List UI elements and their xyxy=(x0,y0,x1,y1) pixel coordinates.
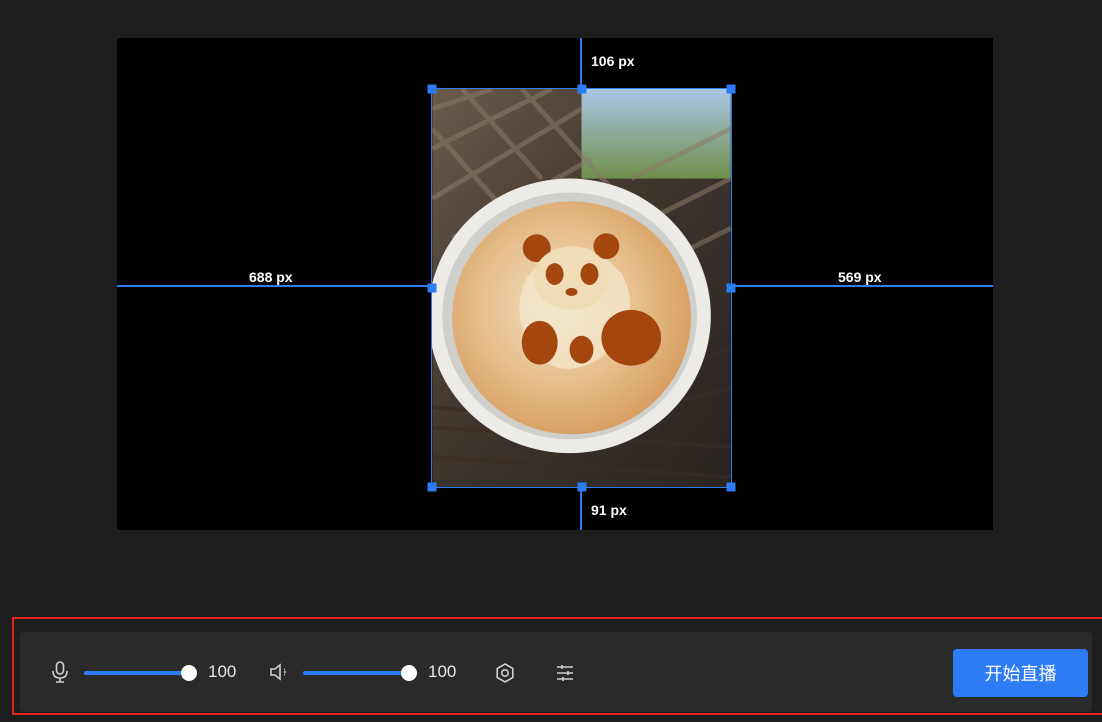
resize-handle-bottom[interactable] xyxy=(577,482,586,492)
left-distance-label: 688 px xyxy=(249,269,293,285)
speaker-volume-value: 100 xyxy=(428,662,457,681)
bottom-distance-guide xyxy=(580,488,582,530)
slider-fill xyxy=(84,671,189,675)
right-distance-label: 569 px xyxy=(838,269,882,285)
speaker-icon[interactable] xyxy=(268,661,292,683)
mic-volume-slider[interactable] xyxy=(84,665,197,681)
resize-handle-top[interactable] xyxy=(577,84,586,94)
slider-thumb[interactable] xyxy=(401,665,417,681)
resize-handle-bottom-right[interactable] xyxy=(726,482,736,492)
resize-handle-left[interactable] xyxy=(427,283,437,293)
bottom-distance-label: 91 px xyxy=(591,502,627,518)
right-distance-guide xyxy=(732,285,993,287)
resize-handle-right[interactable] xyxy=(726,283,736,293)
microphone-icon[interactable] xyxy=(50,660,70,684)
resize-handle-bottom-left[interactable] xyxy=(427,482,437,492)
top-distance-label: 106 px xyxy=(591,53,635,69)
slider-thumb[interactable] xyxy=(181,665,197,681)
resize-handle-top-left[interactable] xyxy=(427,84,437,94)
adjust-settings-icon[interactable] xyxy=(554,662,576,684)
beauty-settings-icon[interactable] xyxy=(494,662,516,684)
slider-fill xyxy=(303,671,409,675)
panda-latte-art-photo xyxy=(432,89,731,487)
preview-canvas[interactable]: 106 px 91 px 688 px 569 px xyxy=(117,38,993,530)
top-distance-guide xyxy=(580,38,582,88)
source-image-frame[interactable] xyxy=(427,84,736,492)
start-live-button[interactable]: 开始直播 xyxy=(953,649,1088,697)
resize-handle-top-right[interactable] xyxy=(726,84,736,94)
speaker-volume-slider[interactable] xyxy=(303,665,417,681)
left-distance-guide xyxy=(117,285,431,287)
mic-volume-value: 100 xyxy=(208,662,237,681)
